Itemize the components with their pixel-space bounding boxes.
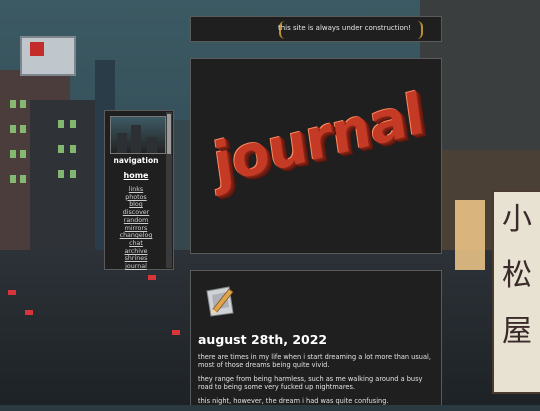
entry-title: august 28th, 2022 — [198, 332, 328, 347]
journal-entry: august 28th, 2022 there are times in my … — [190, 270, 442, 405]
shop-sign: 小 松 屋 — [492, 190, 540, 394]
entry-paragraph: there are times in my life when i start … — [198, 353, 431, 369]
nav-link-random[interactable]: random — [105, 217, 167, 225]
nav-link-changelog[interactable]: changelog — [105, 232, 167, 240]
nav-link-journal[interactable]: journal — [105, 263, 167, 271]
marquee-bar: this site is always under construction! — [190, 16, 442, 42]
entry-paragraph: they range from being harmless, such as … — [198, 375, 423, 391]
navigation-panel: navigation home links photos blog discov… — [104, 110, 174, 270]
site-header: journal — [190, 58, 442, 254]
nav-link-photos[interactable]: photos — [105, 194, 167, 202]
marquee: this site is always under construction! — [277, 21, 423, 39]
scrollbar-thumb[interactable] — [167, 114, 171, 154]
lantern — [455, 200, 485, 270]
marquee-text: this site is always under construction! — [277, 24, 411, 32]
nav-link-links[interactable]: links — [105, 186, 167, 194]
nav-title: navigation — [113, 156, 159, 165]
nav-link-shrines[interactable]: shrines — [105, 255, 167, 263]
nav-link-discover[interactable]: discover — [105, 209, 167, 217]
nav-link-blog[interactable]: blog — [105, 201, 167, 209]
entry-body: there are times in my life when i start … — [198, 353, 436, 411]
nav-link-archive[interactable]: archive — [105, 248, 167, 256]
nav-links: links photos blog discover random mirror… — [105, 186, 167, 271]
billboard — [20, 36, 76, 76]
nav-link-chat[interactable]: chat — [105, 240, 167, 248]
entry-paragraph: this night, however, the dream i had was… — [198, 397, 389, 405]
nav-link-mirrors[interactable]: mirrors — [105, 225, 167, 233]
nav-thumbnail — [110, 116, 166, 154]
nav-home-link[interactable]: home — [105, 171, 167, 180]
pencil-paper-icon — [206, 286, 234, 317]
journal-logo: journal — [209, 81, 428, 198]
